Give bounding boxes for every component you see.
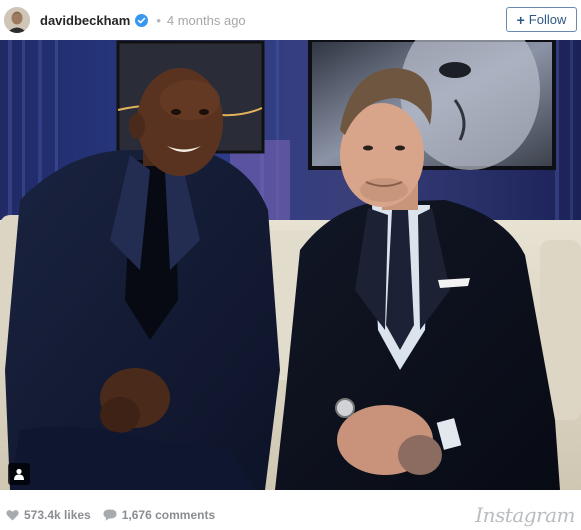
verified-badge-icon (135, 13, 149, 27)
user-tag-icon[interactable] (8, 463, 30, 485)
likes-label: 573.4k likes (24, 508, 91, 522)
comments-label: 1,676 comments (121, 508, 216, 522)
heart-icon (6, 510, 19, 521)
username-link[interactable]: davidbeckham (40, 13, 130, 28)
comment-bubble-icon (103, 509, 117, 521)
post-timestamp[interactable]: 4 months ago (167, 13, 246, 28)
plus-icon: + (516, 11, 525, 28)
likes-count[interactable]: 573.4k likes (6, 508, 91, 522)
avatar[interactable] (4, 7, 30, 33)
post-footer: 573.4k likes 1,676 comments Instagram (0, 500, 581, 530)
post-photo[interactable] (0, 40, 581, 490)
separator-dot: • (156, 12, 161, 28)
follow-label: Follow (528, 12, 567, 27)
comments-count[interactable]: 1,676 comments (103, 508, 215, 522)
post-header: davidbeckham • 4 months ago + Follow (0, 0, 581, 40)
follow-button[interactable]: + Follow (506, 7, 577, 32)
instagram-logo[interactable]: Instagram (475, 503, 575, 527)
